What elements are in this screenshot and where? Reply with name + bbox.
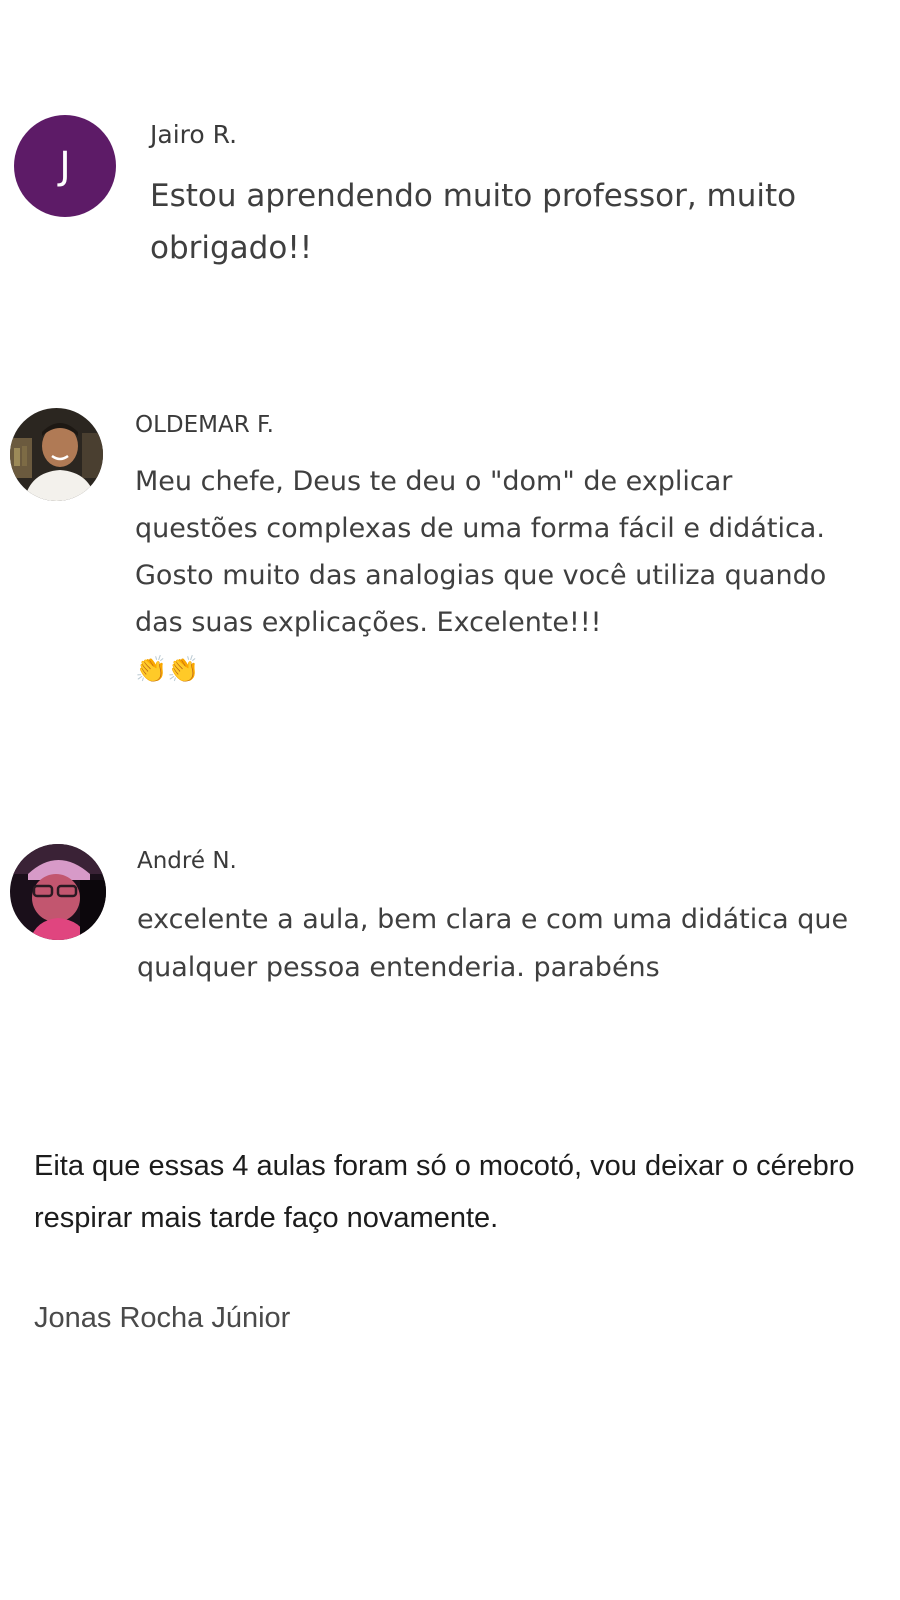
review-comment: excelente a aula, bem clara e com uma di… bbox=[137, 904, 849, 983]
avatar-letter: J bbox=[14, 115, 116, 217]
testimonial-quote: Eita que essas 4 aulas foram só o mocotó… bbox=[34, 1150, 855, 1234]
review-comment-text: Meu chefe, Deus te deu o "dom" de explic… bbox=[135, 466, 827, 638]
avatar bbox=[10, 408, 103, 501]
user-photo-avatar-icon bbox=[10, 408, 103, 501]
review-author: OLDEMAR F. bbox=[135, 412, 274, 438]
clapping-hands-emoji: 👏👏 bbox=[135, 655, 200, 685]
user-photo-avatar-icon bbox=[10, 844, 106, 940]
review-comment: Estou aprendendo muito professor, muito … bbox=[150, 178, 797, 266]
testimonial-author: Jonas Rocha Júnior bbox=[34, 1302, 291, 1334]
avatar bbox=[10, 844, 106, 940]
review-comment: Meu chefe, Deus te deu o "dom" de explic… bbox=[135, 458, 855, 694]
avatar: J bbox=[14, 115, 116, 217]
review-author: Jairo R. bbox=[150, 120, 238, 149]
review-author: André N. bbox=[137, 848, 237, 874]
